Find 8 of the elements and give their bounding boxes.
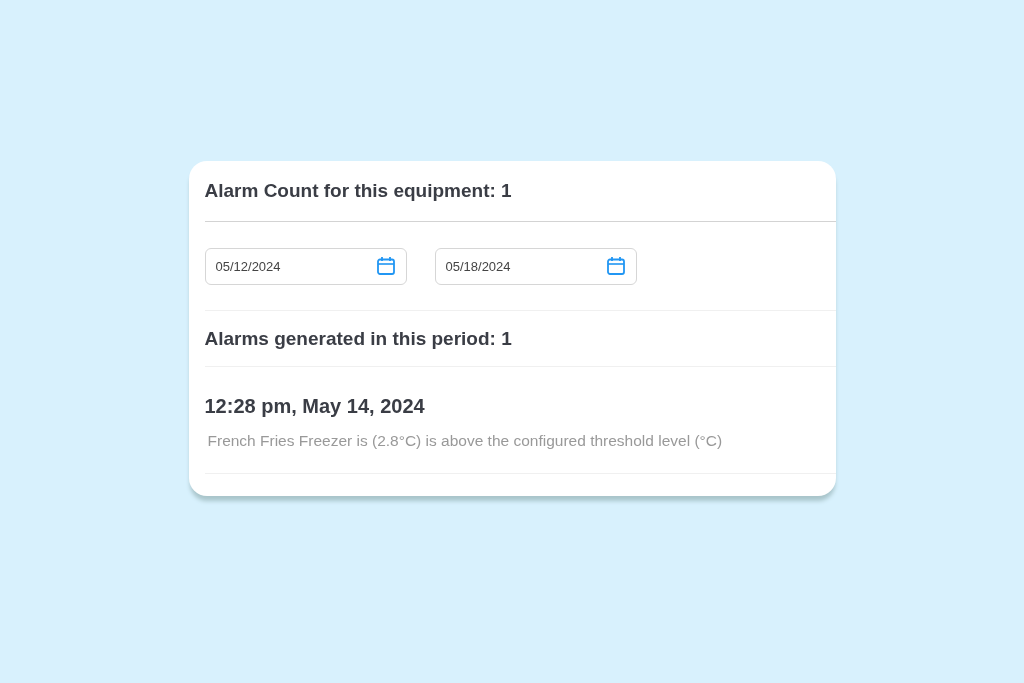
alarm-message: French Fries Freezer is (2.8°C) is above the configured threshold level (°C) <box>206 432 724 450</box>
calendar-icon[interactable] <box>605 256 626 276</box>
alarm-time: 12:28 pm, May 14, 2024 <box>204 395 426 418</box>
card-title: Alarm Count for this equipment: 1 <box>204 180 512 202</box>
date-field[interactable]: 05/18/2024 <box>434 247 637 285</box>
calendar-icon[interactable] <box>375 256 396 276</box>
period-summary: Alarms generated in this period: 1 <box>204 327 512 350</box>
date-field[interactable]: 05/12/2024 <box>204 247 407 285</box>
